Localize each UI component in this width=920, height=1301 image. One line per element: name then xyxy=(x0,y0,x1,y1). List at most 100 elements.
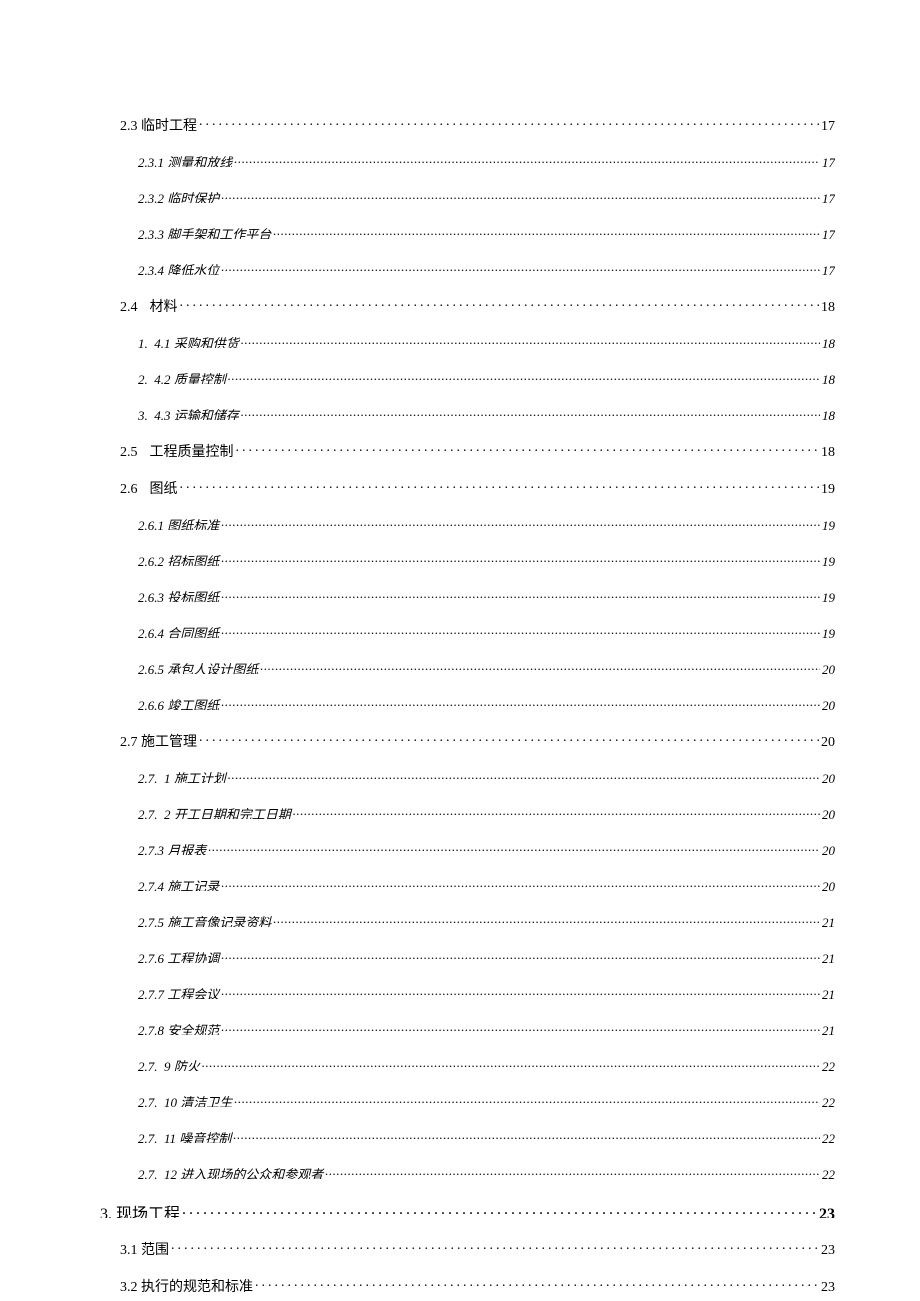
toc-page-number: 22 xyxy=(822,1095,835,1107)
toc-title: 2.4 xyxy=(120,300,138,312)
toc-title: 2.7.4 施工记录 xyxy=(138,876,219,891)
leader-dots xyxy=(241,335,820,348)
leader-dots xyxy=(325,1166,820,1179)
toc-entry: 2.3 临时工程 17 xyxy=(120,115,835,131)
toc-entry: 3. 现场工程23 xyxy=(100,1200,835,1218)
leader-dots xyxy=(273,226,820,239)
toc-entry: 2.7. 2 开工日期和完工日期 20 xyxy=(138,804,835,819)
toc-title: 10 清洁卫生 xyxy=(164,1092,232,1107)
leader-dots xyxy=(228,770,820,783)
toc-page-number: 17 xyxy=(822,191,835,203)
toc-page-number: 21 xyxy=(822,915,835,927)
toc-prefix: 1. xyxy=(138,336,148,348)
toc-page-number: 20 xyxy=(822,662,835,674)
leader-dots xyxy=(221,625,820,638)
toc-prefix: 3. xyxy=(138,408,148,420)
toc-title: 2 开工日期和完工日期 xyxy=(164,804,291,819)
toc-prefix: 2.7. xyxy=(138,1167,158,1179)
leader-dots xyxy=(221,878,820,891)
toc-title: 3.1 范围 xyxy=(120,1239,169,1255)
toc-title: 2.7.3 月报表 xyxy=(138,840,206,855)
toc-page-number: 18 xyxy=(822,336,835,348)
leader-dots xyxy=(171,1240,819,1254)
toc-page-number: 19 xyxy=(822,626,835,638)
toc-entry: 2.3.4 降低水位17 xyxy=(138,260,835,275)
toc-title: 2.6.6 竣工图纸 xyxy=(138,695,219,710)
toc-title: 2.5 xyxy=(120,445,138,457)
toc-page-number: 17 xyxy=(821,119,835,131)
toc-page-number: 20 xyxy=(822,771,835,783)
toc-title-2: 材料 xyxy=(150,296,178,312)
toc-entry: 3.1 范围 23 xyxy=(120,1239,835,1255)
toc-entry: 2.7.3 月报表 20 xyxy=(138,840,835,855)
leader-dots xyxy=(233,1130,820,1143)
leader-dots xyxy=(236,442,820,456)
toc-title: 2.3 临时工程 xyxy=(120,115,197,131)
toc-page-number: 17 xyxy=(822,227,835,239)
toc-prefix: 2.7. xyxy=(138,807,158,819)
toc-entry: 2.3.3 脚手架和工作平台 17 xyxy=(138,224,835,239)
leader-dots xyxy=(199,116,819,130)
leader-dots xyxy=(221,950,820,963)
toc-prefix: 2.7. xyxy=(138,1059,158,1071)
toc-title-2: 图纸 xyxy=(150,478,178,494)
toc-title: 2.7.6 工程协调 xyxy=(138,948,219,963)
toc-prefix: 2.7. xyxy=(138,1095,158,1107)
toc-entry: 2.5工程质量控制18 xyxy=(120,441,835,457)
toc-page-number: 20 xyxy=(822,843,835,855)
toc-page-number: 22 xyxy=(822,1167,835,1179)
toc-page-number: 20 xyxy=(822,807,835,819)
toc-title: 2.6.4 合同图纸 xyxy=(138,623,219,638)
toc-page-number: 21 xyxy=(822,987,835,999)
toc-page-number: 20 xyxy=(821,735,835,747)
toc-entry: 2.6.1 图纸标准 19 xyxy=(138,515,835,530)
leader-dots xyxy=(180,297,820,311)
toc-entry: 2.7.4 施工记录20 xyxy=(138,876,835,891)
leader-dots xyxy=(293,806,820,819)
toc-prefix: 2.7. xyxy=(138,1131,158,1143)
toc-page-number: 21 xyxy=(822,1023,835,1035)
toc-page-number: 18 xyxy=(822,372,835,384)
toc-title: 2.6.3 投标图纸 xyxy=(138,587,219,602)
toc-page-number: 18 xyxy=(821,300,835,312)
leader-dots xyxy=(234,1094,820,1107)
toc-page-number: 19 xyxy=(822,590,835,602)
toc-title: 2.6.1 图纸标准 xyxy=(138,515,219,530)
toc-page-number: 22 xyxy=(822,1131,835,1143)
toc-prefix: 2. xyxy=(138,372,148,384)
leader-dots xyxy=(221,553,820,566)
toc-entry: 2.3.1 测量和放线17 xyxy=(138,152,835,167)
toc-entry: 2.7. 11 噪音控制22 xyxy=(138,1128,835,1143)
leader-dots xyxy=(221,262,820,275)
leader-dots xyxy=(180,479,820,493)
leader-dots xyxy=(273,914,820,927)
toc-prefix: 2.7. xyxy=(138,771,158,783)
toc-entry: 2.7.8 安全规范21 xyxy=(138,1020,835,1035)
toc-entry: 2.7 施工管理20 xyxy=(120,731,835,747)
toc-page-number: 18 xyxy=(821,445,835,457)
toc-entry: 2.7. 12 进入现场的公众和参观者 22 xyxy=(138,1164,835,1179)
toc-entry: 2.6.2 招标图纸19 xyxy=(138,551,835,566)
toc-entry: 2.6图纸19 xyxy=(120,478,835,494)
leader-dots xyxy=(228,371,820,384)
toc-entry: 2.6.4 合同图纸 19 xyxy=(138,623,835,638)
toc-entry: 2. 4.2 质量控制18 xyxy=(138,369,835,384)
leader-dots xyxy=(241,407,820,420)
toc-entry: 2.6.5 承包人设计图纸 20 xyxy=(138,659,835,674)
leader-dots xyxy=(221,190,820,203)
toc-page-number: 23 xyxy=(821,1243,835,1255)
toc-title: 3.2 执行的规范和标准 xyxy=(120,1276,253,1292)
toc-page-number: 22 xyxy=(822,1059,835,1071)
toc-entry: 3.2 执行的规范和标准23 xyxy=(120,1276,835,1292)
toc-title: 2.3.3 脚手架和工作平台 xyxy=(138,224,271,239)
leader-dots xyxy=(221,517,820,530)
toc-page-number: 21 xyxy=(822,951,835,963)
toc-title: 2.6.5 承包人设计图纸 xyxy=(138,659,258,674)
toc-page-number: 19 xyxy=(822,518,835,530)
leader-dots xyxy=(208,842,820,855)
toc-title: 12 进入现场的公众和参观者 xyxy=(164,1164,323,1179)
leader-dots xyxy=(199,732,819,746)
toc-title: 4.3 运输和储存 xyxy=(154,405,239,420)
toc-entry: 3. 4.3 运输和储存18 xyxy=(138,405,835,420)
toc-entry: 2.3.2 临时保护17 xyxy=(138,188,835,203)
